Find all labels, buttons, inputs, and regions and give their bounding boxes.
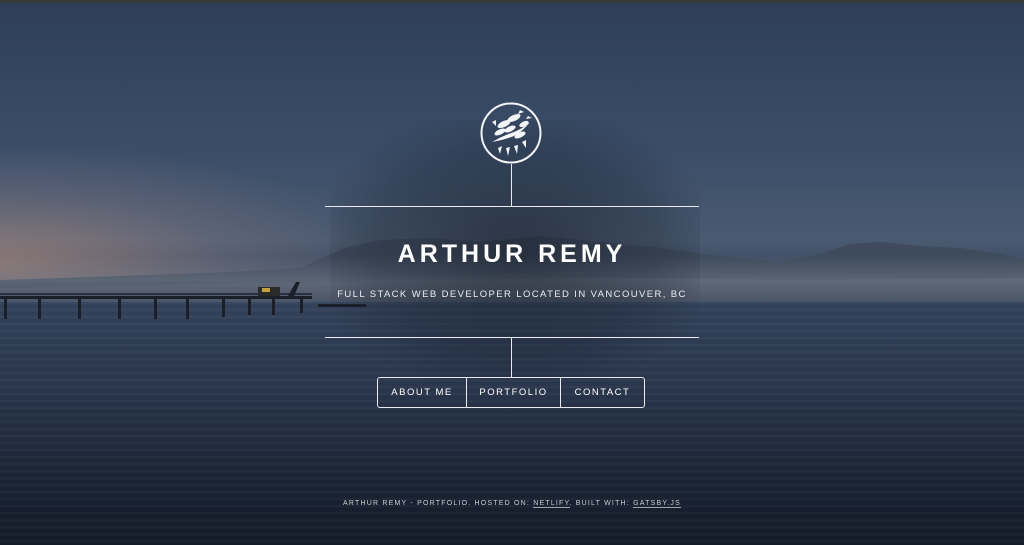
site-title: ARTHUR REMY xyxy=(397,240,627,268)
footer-prefix: ARTHUR REMY - PORTFOLIO. HOSTED ON: xyxy=(343,500,534,507)
contact-button[interactable]: CONTACT xyxy=(561,378,644,407)
leaf-branch-icon xyxy=(480,102,542,164)
site-tagline: FULL STACK WEB DEVELOPER LOCATED IN VANC… xyxy=(337,289,687,300)
gatsby-link[interactable]: GATSBY.JS xyxy=(633,500,681,508)
pier xyxy=(0,282,366,319)
top-rule xyxy=(0,0,1024,3)
netlify-link[interactable]: NETLIFY xyxy=(533,500,570,508)
main-nav: ABOUT ME PORTFOLIO CONTACT xyxy=(377,377,645,408)
about-me-button[interactable]: ABOUT ME xyxy=(378,378,467,407)
connector-line-top xyxy=(511,164,512,206)
footer-middle: . BUILT WITH: xyxy=(569,500,634,507)
divider-top xyxy=(325,206,699,207)
connector-line-bottom xyxy=(511,337,512,377)
divider-bottom xyxy=(325,337,699,338)
portfolio-button[interactable]: PORTFOLIO xyxy=(467,378,561,407)
footer: ARTHUR REMY - PORTFOLIO. HOSTED ON: NETL… xyxy=(0,500,1024,508)
page: ARTHUR REMY FULL STACK WEB DEVELOPER LOC… xyxy=(0,0,1024,545)
